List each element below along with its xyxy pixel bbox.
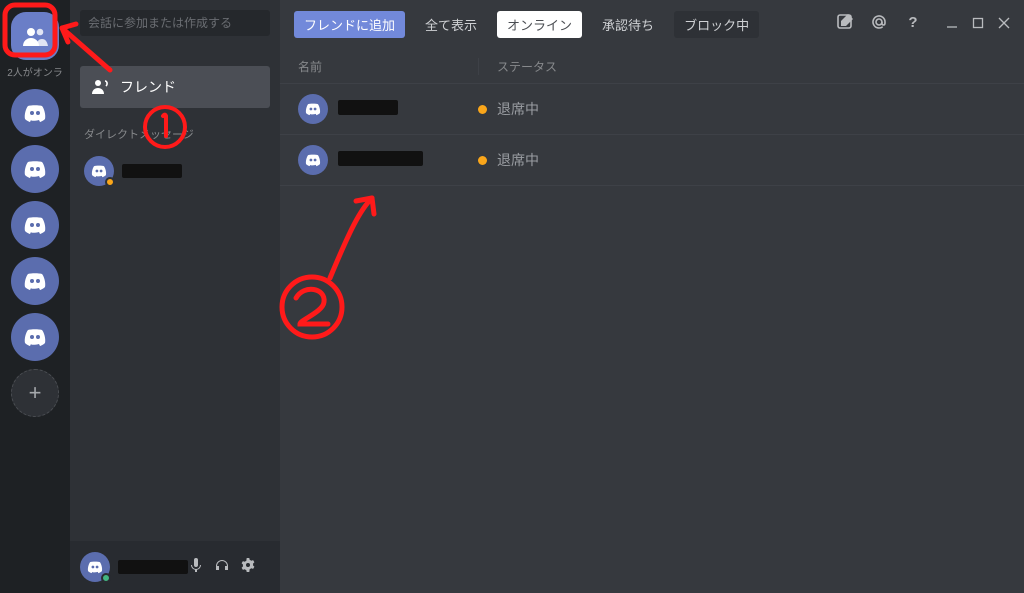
column-name: 名前 bbox=[298, 58, 478, 75]
top-bar: フレンドに追加 全て表示 オンライン 承認待ち ブロック中 ? bbox=[280, 0, 1024, 48]
column-status: ステータス bbox=[478, 58, 1006, 75]
help-icon: ? bbox=[904, 13, 922, 31]
status-text: 退席中 bbox=[497, 99, 539, 119]
window-minimize-button[interactable] bbox=[946, 16, 958, 33]
at-icon bbox=[870, 13, 888, 31]
dm-item[interactable] bbox=[80, 152, 270, 190]
friend-status: 退席中 bbox=[478, 99, 539, 119]
status-text: 退席中 bbox=[497, 150, 539, 170]
dm-sidebar: フレンド ダイレクトメッセージ bbox=[70, 0, 280, 593]
add-server-button[interactable]: + bbox=[11, 369, 59, 417]
avatar bbox=[298, 94, 328, 124]
friends-icon bbox=[22, 26, 48, 46]
mute-button[interactable] bbox=[188, 557, 204, 578]
status-dot-idle-icon bbox=[105, 177, 115, 187]
friend-name bbox=[338, 151, 478, 169]
discord-logo-icon bbox=[86, 560, 104, 574]
discord-logo-icon bbox=[22, 159, 48, 179]
avatar bbox=[84, 156, 114, 186]
status-dot-icon bbox=[478, 105, 487, 114]
list-header: 名前 ステータス bbox=[280, 48, 1024, 84]
friends-tab-label: フレンド bbox=[120, 77, 176, 97]
self-username bbox=[118, 560, 188, 574]
compose-icon bbox=[836, 13, 854, 31]
plus-icon: + bbox=[29, 380, 42, 406]
add-friend-button[interactable]: フレンドに追加 bbox=[294, 11, 405, 38]
window-maximize-button[interactable] bbox=[972, 16, 984, 33]
close-icon bbox=[998, 17, 1010, 29]
online-count-label: 2人がオンラ bbox=[7, 68, 63, 79]
headset-icon bbox=[214, 557, 230, 573]
deafen-button[interactable] bbox=[214, 557, 230, 578]
discord-logo-icon bbox=[22, 103, 48, 123]
discord-logo-icon bbox=[22, 271, 48, 291]
friend-status: 退席中 bbox=[478, 150, 539, 170]
self-avatar[interactable] bbox=[80, 552, 110, 582]
friend-list: 退席中 退席中 bbox=[280, 84, 1024, 186]
settings-button[interactable] bbox=[240, 557, 256, 578]
filter-blocked[interactable]: ブロック中 bbox=[674, 11, 759, 38]
guild-column: 2人がオンラ + bbox=[0, 0, 70, 593]
mentions-button[interactable] bbox=[870, 13, 888, 35]
avatar bbox=[298, 145, 328, 175]
server-icon[interactable] bbox=[11, 89, 59, 137]
discord-logo-icon bbox=[22, 327, 48, 347]
gear-icon bbox=[240, 557, 256, 573]
server-icon[interactable] bbox=[11, 201, 59, 249]
maximize-icon bbox=[972, 17, 984, 29]
friend-row[interactable]: 退席中 bbox=[280, 84, 1024, 135]
dm-name bbox=[122, 164, 182, 178]
window-close-button[interactable] bbox=[998, 16, 1010, 33]
filter-online[interactable]: オンライン bbox=[497, 11, 582, 38]
friends-home-button[interactable] bbox=[11, 12, 59, 60]
filter-pending[interactable]: 承認待ち bbox=[592, 11, 664, 38]
server-icon[interactable] bbox=[11, 257, 59, 305]
filter-all[interactable]: 全て表示 bbox=[415, 11, 487, 38]
status-dot-online-icon bbox=[101, 573, 111, 583]
server-icon[interactable] bbox=[11, 145, 59, 193]
help-button[interactable]: ? bbox=[904, 13, 922, 35]
dm-section-label: ダイレクトメッセージ bbox=[84, 126, 266, 142]
discord-logo-icon bbox=[304, 102, 322, 116]
user-panel bbox=[70, 541, 280, 593]
friends-tab[interactable]: フレンド bbox=[80, 66, 270, 108]
person-wave-icon bbox=[92, 78, 110, 97]
discord-logo-icon bbox=[22, 215, 48, 235]
friend-row[interactable]: 退席中 bbox=[280, 135, 1024, 186]
server-icon[interactable] bbox=[11, 313, 59, 361]
friend-name bbox=[338, 100, 478, 118]
mic-icon bbox=[188, 557, 204, 573]
main-panel: フレンドに追加 全て表示 オンライン 承認待ち ブロック中 ? bbox=[280, 0, 1024, 593]
svg-text:?: ? bbox=[908, 14, 917, 31]
new-dm-button[interactable] bbox=[836, 13, 854, 35]
search-container bbox=[70, 0, 280, 46]
minimize-icon bbox=[946, 17, 958, 29]
status-dot-icon bbox=[478, 156, 487, 165]
discord-logo-icon bbox=[90, 164, 108, 178]
search-input[interactable] bbox=[80, 10, 270, 36]
discord-logo-icon bbox=[304, 153, 322, 167]
